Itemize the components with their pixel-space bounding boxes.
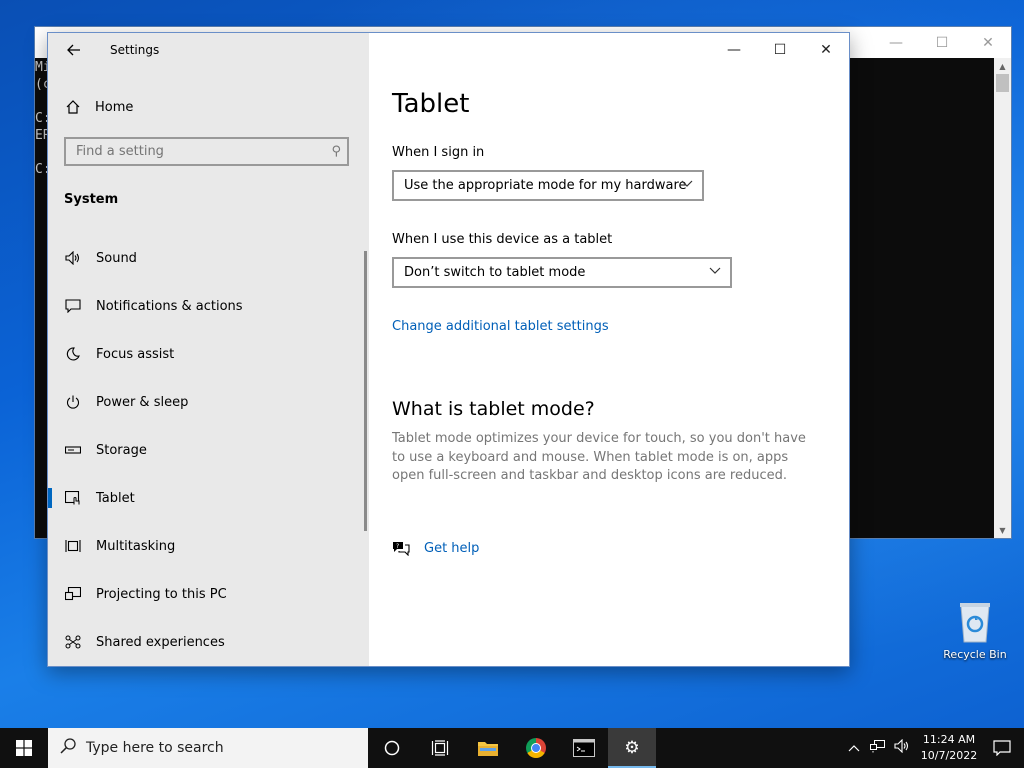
close-button[interactable]: ✕ [803, 33, 849, 66]
sidebar-item-label: Multitasking [96, 538, 176, 554]
sidebar-item-label: Storage [96, 442, 147, 458]
folder-icon [478, 742, 498, 756]
task-view-button[interactable] [416, 728, 464, 768]
back-arrow-icon[interactable] [62, 39, 86, 61]
recycle-bin-icon [958, 600, 992, 644]
moon-icon [64, 345, 82, 363]
tablet-switch-value: Don’t switch to tablet mode [404, 265, 586, 280]
sign-in-mode-dropdown[interactable]: Use the appropriate mode for my hardware [392, 170, 704, 201]
svg-text:?: ? [396, 543, 399, 550]
windows-logo-icon [16, 740, 32, 756]
power-icon [64, 393, 82, 411]
taskbar-search-box[interactable]: Type here to search [48, 728, 368, 768]
home-icon [64, 98, 82, 116]
clock-time: 11:24 AM [922, 733, 976, 746]
cortana-button[interactable] [368, 728, 416, 768]
command-prompt-button[interactable] [560, 728, 608, 768]
get-help-label: Get help [424, 540, 480, 556]
sidebar-item-label: Tablet [96, 490, 135, 506]
console-window-controls: — ☐ ✕ [873, 27, 1011, 58]
sidebar-item-tablet[interactable]: Tablet [48, 474, 369, 522]
file-explorer-button[interactable] [464, 728, 512, 768]
window-controls: — ☐ ✕ [711, 33, 849, 66]
settings-window: Settings Home ⚲ System Sound N [47, 32, 850, 667]
chrome-button[interactable] [512, 728, 560, 768]
settings-taskbar-button[interactable]: ⚙ [608, 728, 656, 768]
sidebar-item-label: Shared experiences [96, 634, 225, 650]
tablet-mode-description: Tablet mode optimizes your device for to… [392, 431, 806, 483]
sign-in-label: When I sign in [392, 145, 485, 160]
taskbar-clock[interactable]: 11:24 AM 10/7/2022 [918, 732, 980, 764]
terminal-icon [573, 739, 595, 757]
help-chat-icon: ? [392, 539, 410, 557]
storage-icon [64, 441, 82, 459]
action-center-button[interactable] [980, 728, 1024, 768]
maximize-button[interactable]: ☐ [757, 33, 803, 66]
home-label: Home [95, 99, 134, 115]
sidebar-item-shared-experiences[interactable]: Shared experiences [48, 618, 369, 666]
minimize-button[interactable]: — [711, 33, 757, 66]
chevron-down-icon [681, 177, 693, 192]
sidebar-item-sound[interactable]: Sound [48, 234, 369, 282]
sidebar-item-label: Sound [96, 250, 137, 266]
clock-date: 10/7/2022 [920, 749, 978, 762]
taskbar: Type here to search ⚙ 11:24 AM 10/7/2022 [0, 728, 1024, 768]
what-is-tablet-mode-heading: What is tablet mode? [392, 398, 595, 420]
volume-icon[interactable] [890, 738, 914, 757]
sidebar-group-system: System [64, 192, 119, 207]
sidebar-item-label: Notifications & actions [96, 298, 243, 314]
notification-icon [993, 740, 1011, 756]
console-minimize-button[interactable]: — [873, 27, 919, 58]
sidebar-item-projecting[interactable]: Projecting to this PC [48, 570, 369, 618]
sidebar-item-notifications[interactable]: Notifications & actions [48, 282, 369, 330]
taskbar-search-placeholder: Type here to search [86, 740, 224, 756]
sidebar-item-focus-assist[interactable]: Focus assist [48, 330, 369, 378]
scroll-thumb[interactable] [996, 74, 1009, 92]
sidebar-item-label: Projecting to this PC [96, 586, 227, 602]
console-scrollbar[interactable]: ▲ ▼ [994, 58, 1011, 538]
find-setting-input[interactable] [66, 139, 321, 164]
sidebar-nav: Sound Notifications & actions Focus assi… [48, 234, 369, 666]
chevron-down-icon [709, 264, 721, 279]
sidebar-scrollbar[interactable] [364, 251, 367, 531]
sidebar-item-label: Focus assist [96, 346, 175, 362]
recycle-bin-label: Recycle Bin [943, 648, 1007, 661]
projecting-icon [64, 585, 82, 603]
chrome-icon [526, 738, 546, 758]
find-setting-search[interactable]: ⚲ [64, 137, 349, 166]
chevron-up-icon[interactable] [842, 741, 866, 756]
page-title: Tablet [392, 89, 470, 119]
sidebar-item-power-sleep[interactable]: Power & sleep [48, 378, 369, 426]
scroll-down-icon[interactable]: ▼ [994, 523, 1011, 537]
shared-icon [64, 633, 82, 651]
notification-icon [64, 297, 82, 315]
console-maximize-button[interactable]: ☐ [919, 27, 965, 58]
sidebar-item-multitasking[interactable]: Multitasking [48, 522, 369, 570]
sidebar-item-storage[interactable]: Storage [48, 426, 369, 474]
speaker-icon [64, 249, 82, 267]
window-title: Settings [110, 43, 160, 57]
gear-icon: ⚙ [624, 738, 640, 758]
console-close-button[interactable]: ✕ [965, 27, 1011, 58]
task-view-icon [431, 740, 449, 756]
tablet-icon [64, 489, 82, 507]
multitasking-icon [64, 537, 82, 555]
tablet-switch-dropdown[interactable]: Don’t switch to tablet mode [392, 257, 732, 288]
system-tray: 11:24 AM 10/7/2022 [842, 728, 1024, 768]
sidebar-item-label: Power & sleep [96, 394, 189, 410]
start-button[interactable] [0, 728, 48, 768]
change-additional-tablet-settings-link[interactable]: Change additional tablet settings [392, 319, 609, 334]
search-icon[interactable]: ⚲ [331, 144, 341, 159]
recycle-bin-desktop-icon[interactable]: Recycle Bin [940, 600, 1010, 661]
network-icon[interactable] [866, 739, 890, 757]
scroll-up-icon[interactable]: ▲ [994, 59, 1011, 73]
get-help-link[interactable]: ? Get help [392, 539, 479, 557]
tablet-use-label: When I use this device as a tablet [392, 232, 613, 247]
sidebar-home[interactable]: Home [64, 97, 133, 117]
search-icon [60, 738, 76, 758]
sign-in-mode-value: Use the appropriate mode for my hardware [404, 178, 687, 193]
cortana-icon [384, 740, 400, 756]
settings-sidebar: Settings Home ⚲ System Sound N [48, 33, 369, 666]
